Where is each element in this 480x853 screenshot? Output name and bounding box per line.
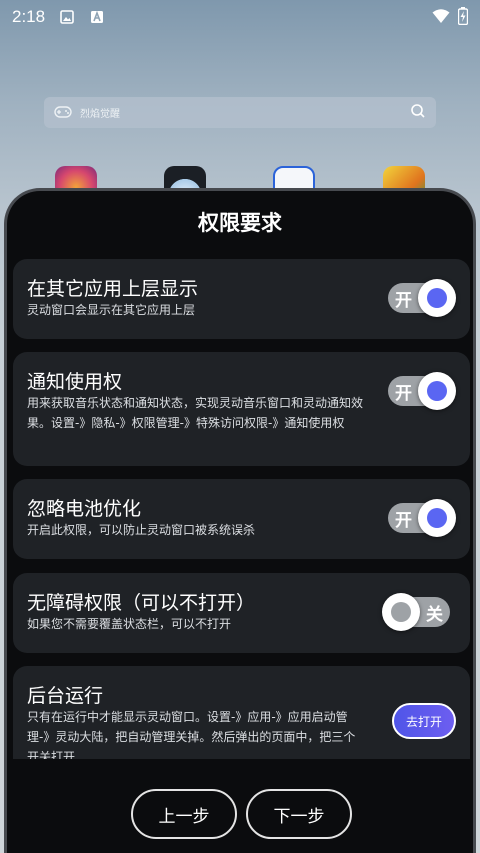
permission-title: 在其它应用上层显示 <box>27 278 199 300</box>
permission-desc: 开启此权限，可以防止灵动窗口被系统误杀 <box>27 523 256 537</box>
search-icon[interactable] <box>410 103 426 123</box>
notification-toggle[interactable]: 开 <box>388 372 456 410</box>
gamepad-icon <box>54 103 72 122</box>
permission-title: 无障碍权限（可以不打开） <box>27 592 256 614</box>
permission-desc: 用来获取音乐状态和通知状态，实现灵动音乐窗口和灵动通知效果。设置-》隐私-》权限… <box>27 396 364 430</box>
go-open-button[interactable]: 去打开 <box>392 703 456 739</box>
permission-card-overlay: 在其它应用上层显示 灵动窗口会显示在其它应用上层 开 <box>13 259 470 339</box>
toggle-knob <box>418 499 456 537</box>
permission-title: 后台运行 <box>27 685 104 707</box>
next-step-button[interactable]: 下一步 <box>246 789 352 839</box>
permission-desc: 如果您不需要覆盖状态栏，可以不打开 <box>27 617 232 631</box>
image-icon <box>59 9 75 25</box>
permission-desc: 只有在运行中才能显示灵动窗口。设置-》应用-》应用启动管理-》灵动大陆，把自动管… <box>27 710 356 759</box>
status-time: 2:18 <box>12 7 46 26</box>
toggle-label: 开 <box>395 384 412 404</box>
toggle-knob <box>418 372 456 410</box>
permission-title: 忽略电池优化 <box>27 498 142 520</box>
toggle-knob <box>418 279 456 317</box>
permission-card-accessibility: 无障碍权限（可以不打开） 如果您不需要覆盖状态栏，可以不打开 关 <box>13 573 470 653</box>
toggle-knob <box>382 593 420 631</box>
search-placeholder: 烈焰觉醒 <box>80 109 120 120</box>
toggle-label: 开 <box>395 291 412 311</box>
toggle-label: 开 <box>395 511 412 531</box>
permission-card-background: 后台运行 只有在运行中才能显示灵动窗口。设置-》应用-》应用启动管理-》灵动大陆… <box>13 666 470 759</box>
battery-charging-icon <box>457 7 469 29</box>
permission-card-notification: 通知使用权 用来获取音乐状态和通知状态，实现灵动音乐窗口和灵动通知效果。设置-》… <box>13 352 470 466</box>
overlay-toggle[interactable]: 开 <box>388 279 456 317</box>
status-bar: 2:18 <box>0 0 480 34</box>
battery-toggle[interactable]: 开 <box>388 499 456 537</box>
permission-desc: 灵动窗口会显示在其它应用上层 <box>27 303 196 317</box>
font-a-icon <box>89 9 105 25</box>
permission-card-battery: 忽略电池优化 开启此权限，可以防止灵动窗口被系统误杀 开 <box>13 479 470 559</box>
toggle-label: 关 <box>426 605 443 625</box>
wifi-icon <box>432 8 450 28</box>
search-bar[interactable]: 烈焰觉醒 <box>44 97 436 128</box>
dialog-title: 权限要求 <box>198 211 282 235</box>
permission-dialog: 权限要求 在其它应用上层显示 灵动窗口会显示在其它应用上层 开 通知使用权 用来… <box>4 188 476 853</box>
permission-list[interactable]: 在其它应用上层显示 灵动窗口会显示在其它应用上层 开 通知使用权 用来获取音乐状… <box>13 259 470 759</box>
prev-step-button[interactable]: 上一步 <box>131 789 237 839</box>
permission-title: 通知使用权 <box>27 371 123 393</box>
accessibility-toggle[interactable]: 关 <box>382 593 450 631</box>
